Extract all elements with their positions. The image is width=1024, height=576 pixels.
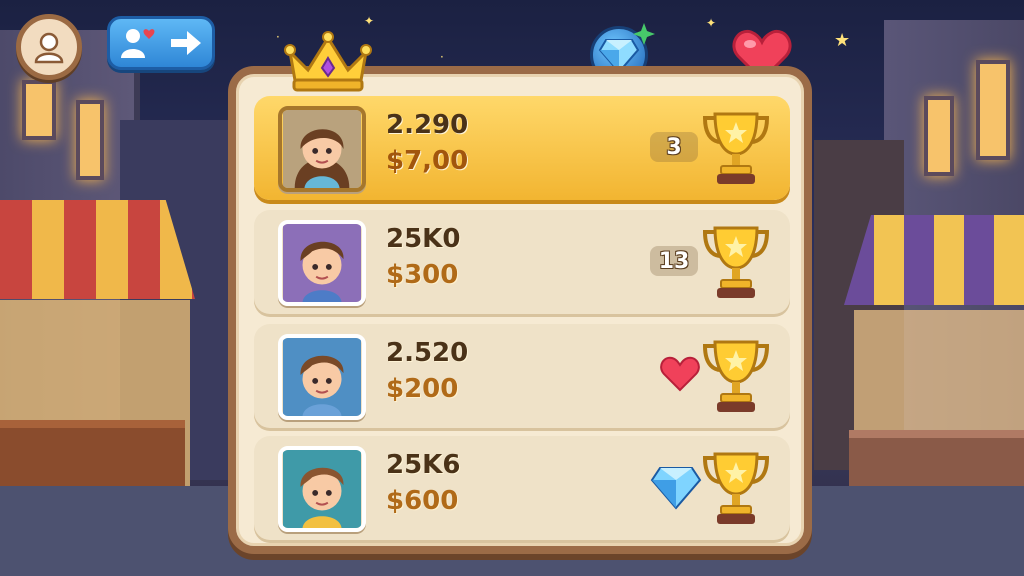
leaderboard-row[interactable]: 25K0 $300 13 <box>254 210 790 314</box>
player-avatar <box>278 220 366 306</box>
profile-icon <box>34 32 64 64</box>
player-score: 2.290 <box>386 110 469 140</box>
star-icon: ★ <box>834 30 851 51</box>
window <box>22 80 56 140</box>
add-friend-icon <box>121 29 155 58</box>
trophy-icon <box>698 220 774 304</box>
player-score: 2.520 <box>386 338 469 368</box>
arrow-right-icon <box>171 31 201 55</box>
player-money: $200 <box>386 374 459 404</box>
player-score: 25K0 <box>386 224 461 254</box>
rank-badge: 13 <box>650 246 698 276</box>
star-icon: ✦ <box>706 16 717 30</box>
leaderboard-row[interactable]: 2.520 $200 <box>254 324 790 428</box>
awning-right <box>844 215 1024 305</box>
trophy-icon <box>698 446 774 530</box>
star-icon: · <box>276 30 280 44</box>
window <box>924 96 954 176</box>
player-money: $300 <box>386 260 459 290</box>
trophy-icon <box>698 334 774 418</box>
awning-left <box>0 200 195 299</box>
player-score: 25K6 <box>386 450 461 480</box>
window <box>76 100 104 180</box>
player-avatar <box>278 106 366 192</box>
player-money: $7,00 <box>386 146 469 176</box>
player-avatar <box>278 334 366 420</box>
star-icon: ✦ <box>364 14 375 28</box>
player-avatar <box>278 446 366 532</box>
sparkle-icon <box>633 23 655 45</box>
trophy-icon <box>698 106 774 190</box>
gem-icon <box>650 467 702 510</box>
rank-badge: 3 <box>650 132 698 162</box>
crown-icon <box>284 31 372 92</box>
heart-icon <box>660 356 700 392</box>
profile-button[interactable] <box>16 14 82 80</box>
leaderboard-row[interactable]: 25K6 $600 <box>254 436 790 540</box>
invite-friends-button[interactable] <box>107 16 215 70</box>
window <box>976 60 1010 160</box>
player-money: $600 <box>386 486 459 516</box>
star-icon: · <box>440 50 444 64</box>
leaderboard-row[interactable]: 2.290 $7,00 3 <box>254 96 790 200</box>
